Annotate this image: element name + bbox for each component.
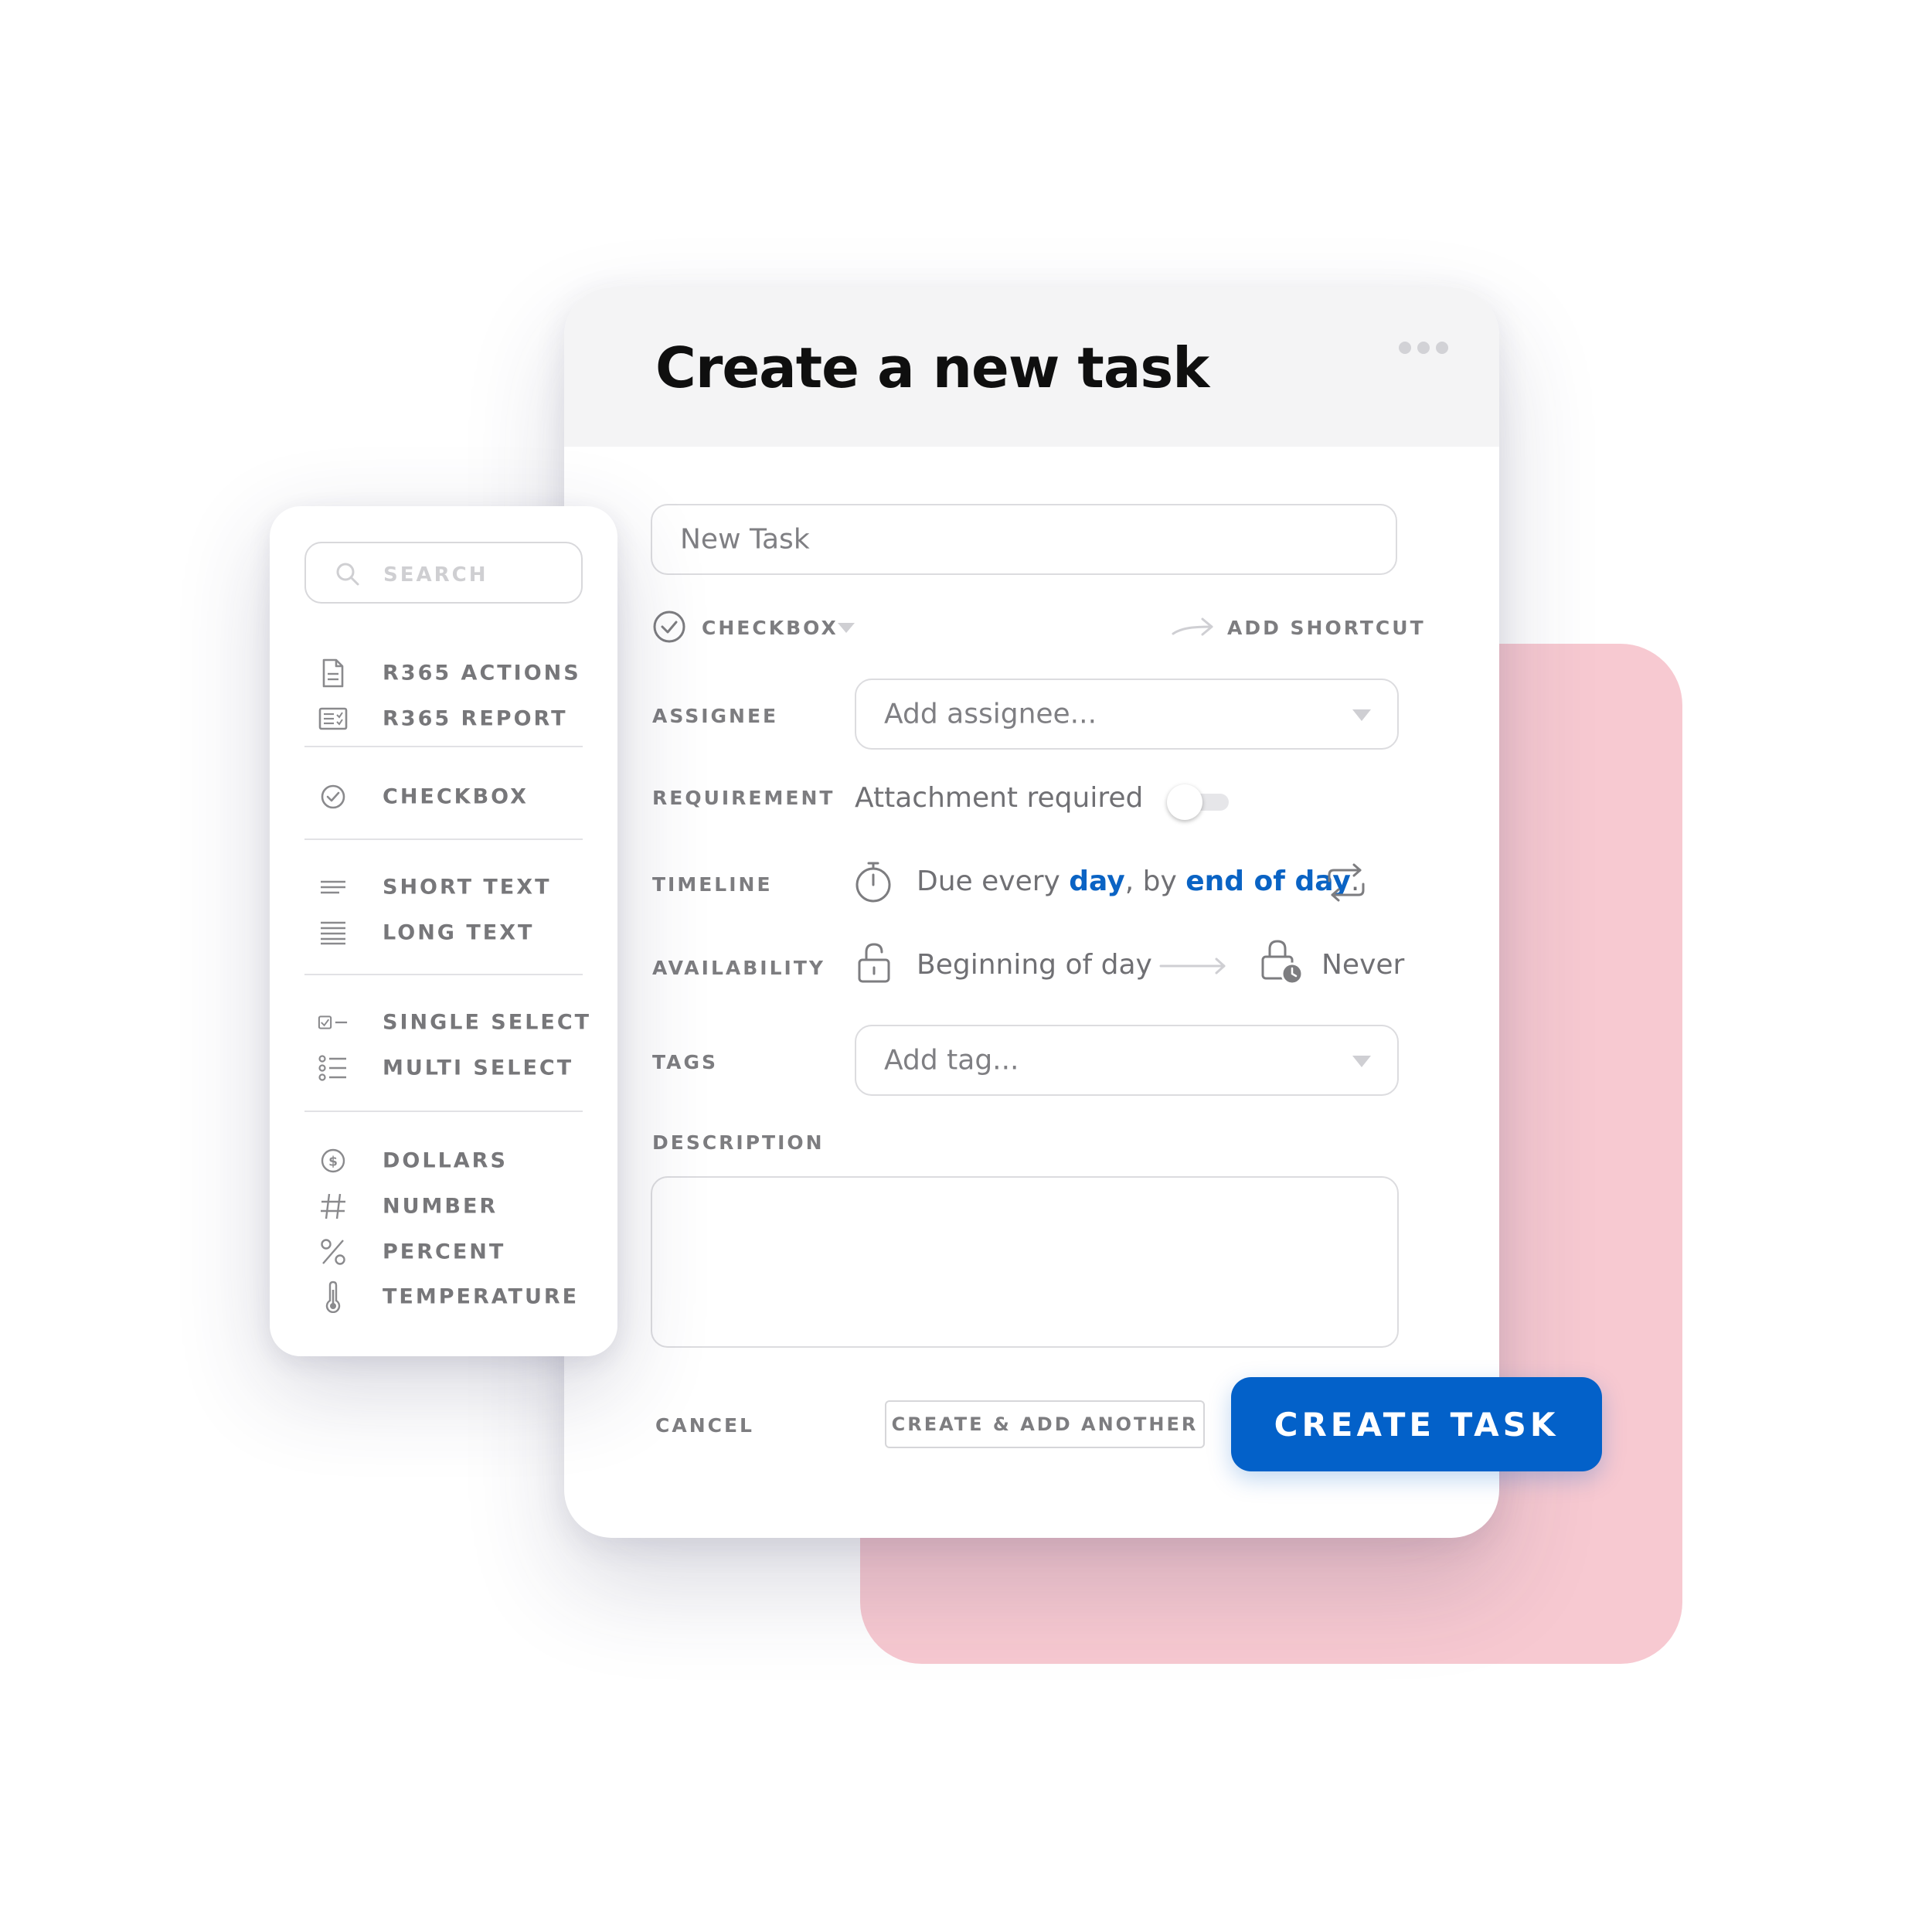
chevron-down-icon <box>838 623 855 633</box>
task-name-input[interactable]: New Task <box>651 504 1397 575</box>
availability-label: AVAILABILITY <box>652 957 825 979</box>
field-type-temperature[interactable]: TEMPERATURE <box>270 1279 617 1315</box>
divider <box>304 1111 583 1112</box>
lock-clock-icon <box>1261 940 1304 985</box>
field-type-dollars[interactable]: $ DOLLARS <box>270 1143 617 1179</box>
description-label: DESCRIPTION <box>652 1131 825 1154</box>
field-type-label: LONG TEXT <box>383 920 535 945</box>
field-type-label: PERCENT <box>383 1240 506 1264</box>
tags-dropdown[interactable]: Add tag... <box>855 1025 1399 1096</box>
single-select-icon <box>318 1007 349 1038</box>
task-type-selector[interactable]: CHECKBOX <box>652 607 869 646</box>
dollar-icon: $ <box>318 1145 349 1176</box>
timeline-text: Due every day, by end of day. <box>917 866 1359 897</box>
percent-icon <box>318 1236 349 1267</box>
arrow-right-icon <box>1172 617 1213 636</box>
timeline-frequency-link[interactable]: day <box>1069 866 1124 897</box>
assignee-label: ASSIGNEE <box>652 705 779 727</box>
arrow-right-icon <box>1159 957 1226 975</box>
svg-text:$: $ <box>328 1155 338 1170</box>
tags-placeholder: Add tag... <box>884 1044 1019 1077</box>
field-type-percent[interactable]: PERCENT <box>270 1234 617 1270</box>
task-type-label: CHECKBOX <box>702 617 838 639</box>
availability-end[interactable]: Never <box>1321 949 1404 981</box>
unlock-icon <box>858 943 890 983</box>
divider <box>304 746 583 747</box>
more-horizontal-icon[interactable] <box>1399 342 1448 354</box>
check-circle-icon <box>653 611 685 643</box>
divider <box>304 838 583 840</box>
attachment-required-text: Attachment required <box>855 782 1144 814</box>
add-shortcut-label: ADD SHORTCUT <box>1227 617 1426 639</box>
timeline-middle: , by <box>1124 866 1186 897</box>
divider <box>304 974 583 975</box>
short-text-icon <box>318 872 349 903</box>
hash-icon <box>318 1191 349 1222</box>
field-type-checkbox[interactable]: CHECKBOX <box>270 779 617 815</box>
field-type-label: R365 ACTIONS <box>383 661 581 685</box>
field-type-label: NUMBER <box>383 1194 498 1219</box>
search-input[interactable]: SEARCH <box>304 542 583 604</box>
create-task-dialog: Create a new task New Task CHECKBOX ADD … <box>564 287 1499 1538</box>
requirement-label: REQUIREMENT <box>652 787 835 809</box>
field-type-single-select[interactable]: SINGLE SELECT <box>270 1005 617 1040</box>
assignee-dropdown[interactable]: Add assignee... <box>855 679 1399 750</box>
long-text-icon <box>318 917 349 948</box>
field-type-multi-select[interactable]: MULTI SELECT <box>270 1050 617 1086</box>
stopwatch-icon <box>855 862 891 903</box>
field-type-panel: SEARCH R365 ACTIONS R365 REPORT CHECKBOX… <box>270 506 617 1356</box>
document-icon <box>318 658 349 689</box>
repeat-icon[interactable] <box>1325 862 1368 903</box>
page-title: Create a new task <box>655 335 1209 400</box>
availability-start[interactable]: Beginning of day <box>917 949 1152 981</box>
task-name-placeholder: New Task <box>680 523 810 556</box>
tags-label: TAGS <box>652 1051 718 1073</box>
assignee-placeholder: Add assignee... <box>884 698 1097 730</box>
description-textarea[interactable] <box>651 1176 1399 1348</box>
create-and-add-another-button[interactable]: CREATE & ADD ANOTHER <box>885 1400 1205 1448</box>
field-type-number[interactable]: NUMBER <box>270 1189 617 1224</box>
dialog-header: Create a new task <box>564 287 1499 447</box>
search-icon <box>336 563 359 586</box>
field-type-label: CHECKBOX <box>383 784 529 809</box>
toggle-knob <box>1167 784 1202 820</box>
attachment-required-toggle[interactable] <box>1167 784 1229 820</box>
cancel-button[interactable]: CANCEL <box>655 1414 754 1437</box>
timeline-label: TIMELINE <box>652 873 773 896</box>
check-circle-icon <box>318 781 349 812</box>
chevron-down-icon <box>1352 709 1371 721</box>
field-type-long-text[interactable]: LONG TEXT <box>270 915 617 951</box>
field-type-r365-actions[interactable]: R365 ACTIONS <box>270 655 617 691</box>
field-type-label: SINGLE SELECT <box>383 1010 592 1035</box>
field-type-label: R365 REPORT <box>383 706 568 731</box>
report-icon <box>318 703 349 734</box>
search-placeholder: SEARCH <box>383 563 488 587</box>
field-type-label: TEMPERATURE <box>383 1284 580 1309</box>
field-type-short-text[interactable]: SHORT TEXT <box>270 869 617 905</box>
add-shortcut-button[interactable]: ADD SHORTCUT <box>1172 607 1423 646</box>
create-task-button[interactable]: CREATE TASK <box>1231 1377 1602 1471</box>
field-type-label: SHORT TEXT <box>383 875 552 900</box>
multi-select-icon <box>318 1053 349 1083</box>
thermometer-icon <box>318 1281 349 1313</box>
chevron-down-icon <box>1352 1056 1371 1067</box>
field-type-label: MULTI SELECT <box>383 1056 574 1080</box>
timeline-prefix: Due every <box>917 866 1070 897</box>
field-type-label: DOLLARS <box>383 1148 508 1173</box>
field-type-r365-report[interactable]: R365 REPORT <box>270 701 617 736</box>
